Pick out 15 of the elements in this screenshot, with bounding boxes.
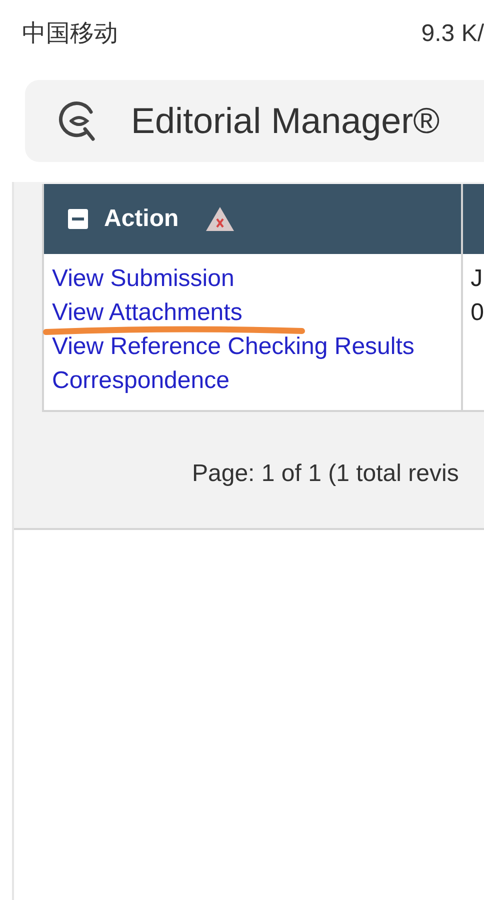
network-speed: 9.3 K/ [421,19,484,49]
page-title: Editorial Manager® [131,99,440,143]
action-link[interactable]: Correspondence [52,364,230,398]
pagination-text: Page: 1 of 1 (1 total revis [192,460,459,487]
table-cell-text: 0 [470,298,484,328]
table-cell-text: J [470,264,484,294]
action-link[interactable]: View Submission [52,262,234,296]
warning-icon [204,206,235,232]
address-bar[interactable]: Editorial Manager® [25,80,484,162]
collapse-icon[interactable] [68,209,88,229]
column-title: Action [104,204,179,234]
column-header [462,184,484,254]
carrier-name: 中国移动 [22,19,118,49]
action-link[interactable]: View Attachments [52,296,242,330]
action-link[interactable]: View Reference Checking Results [52,330,414,364]
